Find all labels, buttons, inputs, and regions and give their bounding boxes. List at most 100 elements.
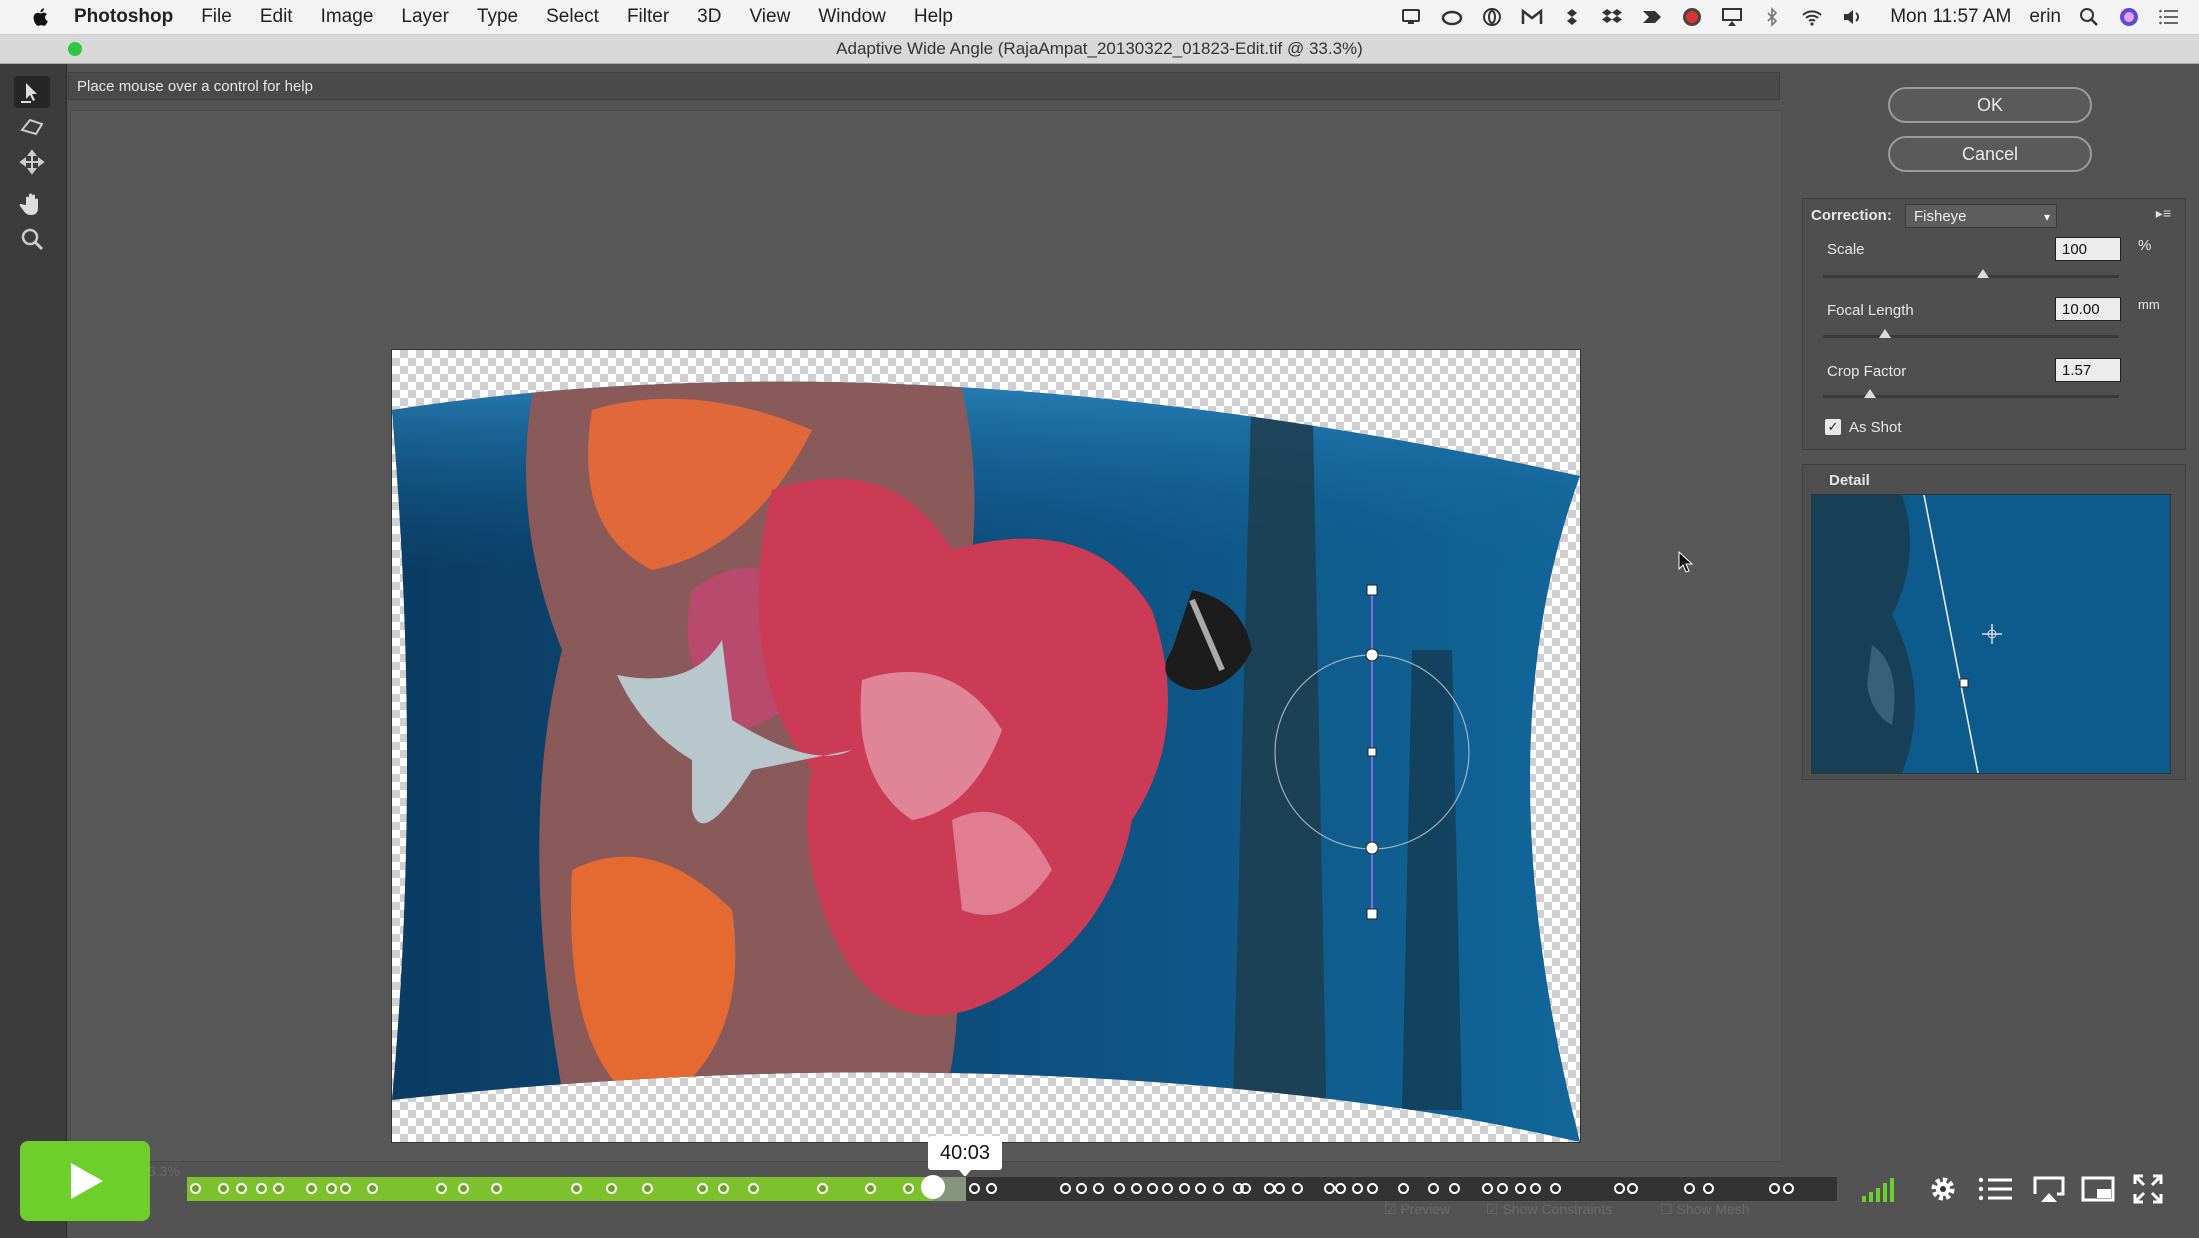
chapter-marker[interactable] xyxy=(1323,1183,1335,1194)
crop-factor-input[interactable]: 1.57 xyxy=(2055,358,2121,382)
play-button[interactable] xyxy=(20,1141,150,1221)
chapter-marker[interactable] xyxy=(490,1183,502,1194)
chapter-marker[interactable] xyxy=(325,1183,337,1194)
spotlight-icon[interactable] xyxy=(2077,7,2101,27)
ok-button[interactable]: OK xyxy=(1888,87,2092,123)
move-tool-icon[interactable] xyxy=(14,146,50,178)
chapter-marker[interactable] xyxy=(1530,1183,1542,1194)
notification-list-icon[interactable] xyxy=(2157,7,2181,27)
chapters-list-icon[interactable] xyxy=(1976,1172,2016,1206)
display-icon[interactable] xyxy=(1400,7,1424,27)
chapter-marker[interactable] xyxy=(1239,1183,1251,1194)
chapter-marker[interactable] xyxy=(1195,1183,1207,1194)
correction-dropdown[interactable]: Fisheye ▾ xyxy=(1905,204,2057,228)
chapter-marker[interactable] xyxy=(1335,1183,1347,1194)
menu-edit[interactable]: Edit xyxy=(260,6,293,28)
menu-file[interactable]: File xyxy=(201,6,232,28)
scale-input[interactable]: 100 xyxy=(2055,237,2121,261)
as-shot-checkbox[interactable]: ✓ xyxy=(1825,419,1841,435)
chapter-marker[interactable] xyxy=(340,1183,352,1194)
opera-icon[interactable] xyxy=(1480,7,1504,27)
chapter-marker[interactable] xyxy=(1351,1183,1363,1194)
chapter-marker[interactable] xyxy=(865,1183,877,1194)
cancel-button[interactable]: Cancel xyxy=(1888,136,2092,172)
chapter-marker[interactable] xyxy=(1292,1183,1304,1194)
chapter-marker[interactable] xyxy=(457,1183,469,1194)
chapter-marker[interactable] xyxy=(305,1183,317,1194)
chapter-marker[interactable] xyxy=(1274,1183,1286,1194)
chapter-marker[interactable] xyxy=(969,1183,981,1194)
chapter-marker[interactable] xyxy=(1515,1183,1527,1194)
menu-photoshop[interactable]: Photoshop xyxy=(74,6,173,28)
chapter-marker[interactable] xyxy=(642,1183,654,1194)
chapter-marker[interactable] xyxy=(747,1183,759,1194)
focal-length-input[interactable]: 10.00 xyxy=(2055,297,2121,321)
preview-area[interactable] xyxy=(70,110,1782,1162)
chapter-marker[interactable] xyxy=(1482,1183,1494,1194)
bluetooth-icon[interactable] xyxy=(1760,7,1784,27)
chapter-marker[interactable] xyxy=(903,1183,915,1194)
fullscreen-icon[interactable] xyxy=(2128,1172,2168,1206)
chapter-marker[interactable] xyxy=(1059,1183,1071,1194)
airplay-icon[interactable] xyxy=(2029,1172,2069,1206)
user-name[interactable]: erin xyxy=(2029,6,2061,28)
focal-length-slider-track[interactable] xyxy=(1823,335,2119,338)
warped-underwater-photo[interactable] xyxy=(392,350,1580,1142)
menu-filter[interactable]: Filter xyxy=(627,6,669,28)
menu-help[interactable]: Help xyxy=(914,6,953,28)
chapter-marker[interactable] xyxy=(1427,1183,1439,1194)
dropbox-icon[interactable] xyxy=(1600,7,1624,27)
chapter-marker[interactable] xyxy=(1782,1183,1794,1194)
chapter-marker[interactable] xyxy=(1497,1183,1509,1194)
chapter-marker[interactable] xyxy=(1178,1183,1190,1194)
chapter-marker[interactable] xyxy=(1162,1183,1174,1194)
chapter-marker[interactable] xyxy=(1213,1183,1225,1194)
chapter-marker[interactable] xyxy=(1683,1183,1695,1194)
chapter-marker[interactable] xyxy=(696,1183,708,1194)
chapter-marker[interactable] xyxy=(1092,1183,1104,1194)
image-preview[interactable] xyxy=(391,349,1581,1143)
constraint-tool-icon[interactable] xyxy=(14,76,50,108)
chapter-marker[interactable] xyxy=(1398,1183,1410,1194)
scale-slider-track[interactable] xyxy=(1823,275,2119,278)
menu-view[interactable]: View xyxy=(749,6,790,28)
chapter-marker[interactable] xyxy=(1114,1183,1126,1194)
menu-window[interactable]: Window xyxy=(818,6,886,28)
scale-slider-thumb[interactable] xyxy=(1976,269,1989,278)
polygon-constraint-tool-icon[interactable] xyxy=(14,110,50,142)
bolt-icon[interactable] xyxy=(1640,7,1664,27)
chapter-marker[interactable] xyxy=(1769,1183,1781,1194)
zoom-window-button[interactable] xyxy=(68,42,82,56)
focal-length-slider-thumb[interactable] xyxy=(1879,329,1892,338)
airplay-icon[interactable] xyxy=(1720,7,1744,27)
menu-select[interactable]: Select xyxy=(546,6,599,28)
chapter-marker[interactable] xyxy=(236,1183,248,1194)
chapter-marker[interactable] xyxy=(1147,1183,1159,1194)
menu-layer[interactable]: Layer xyxy=(401,6,449,28)
menu-3d[interactable]: 3D xyxy=(697,6,721,28)
menu-type[interactable]: Type xyxy=(477,6,518,28)
clock[interactable]: Mon 11:57 AM xyxy=(1890,6,2011,28)
chapter-marker[interactable] xyxy=(1549,1183,1561,1194)
chapter-marker[interactable] xyxy=(272,1183,284,1194)
chapter-marker[interactable] xyxy=(1703,1183,1715,1194)
record-icon[interactable] xyxy=(1680,7,1704,27)
chapter-marker[interactable] xyxy=(1130,1183,1142,1194)
chapter-marker[interactable] xyxy=(256,1183,268,1194)
chapter-marker[interactable] xyxy=(1449,1183,1461,1194)
chapter-marker[interactable] xyxy=(817,1183,829,1194)
zoom-tool-icon[interactable] xyxy=(14,224,50,256)
chapter-marker[interactable] xyxy=(1614,1183,1626,1194)
hand-tool-icon[interactable] xyxy=(14,188,50,220)
gmail-icon[interactable] xyxy=(1520,7,1544,27)
chapter-marker[interactable] xyxy=(436,1183,448,1194)
settings-gear-icon[interactable] xyxy=(1923,1172,1963,1206)
chapter-marker[interactable] xyxy=(1627,1183,1639,1194)
wifi-icon[interactable] xyxy=(1800,7,1824,27)
panel-menu-icon[interactable]: ▸≡ xyxy=(2156,205,2171,222)
volume-icon[interactable] xyxy=(1840,7,1864,27)
signal-strength-icon[interactable] xyxy=(1860,1172,1900,1206)
crop-factor-slider-thumb[interactable] xyxy=(1864,389,1877,398)
video-timeline[interactable] xyxy=(186,1175,1838,1202)
siri-icon[interactable] xyxy=(2117,7,2141,27)
